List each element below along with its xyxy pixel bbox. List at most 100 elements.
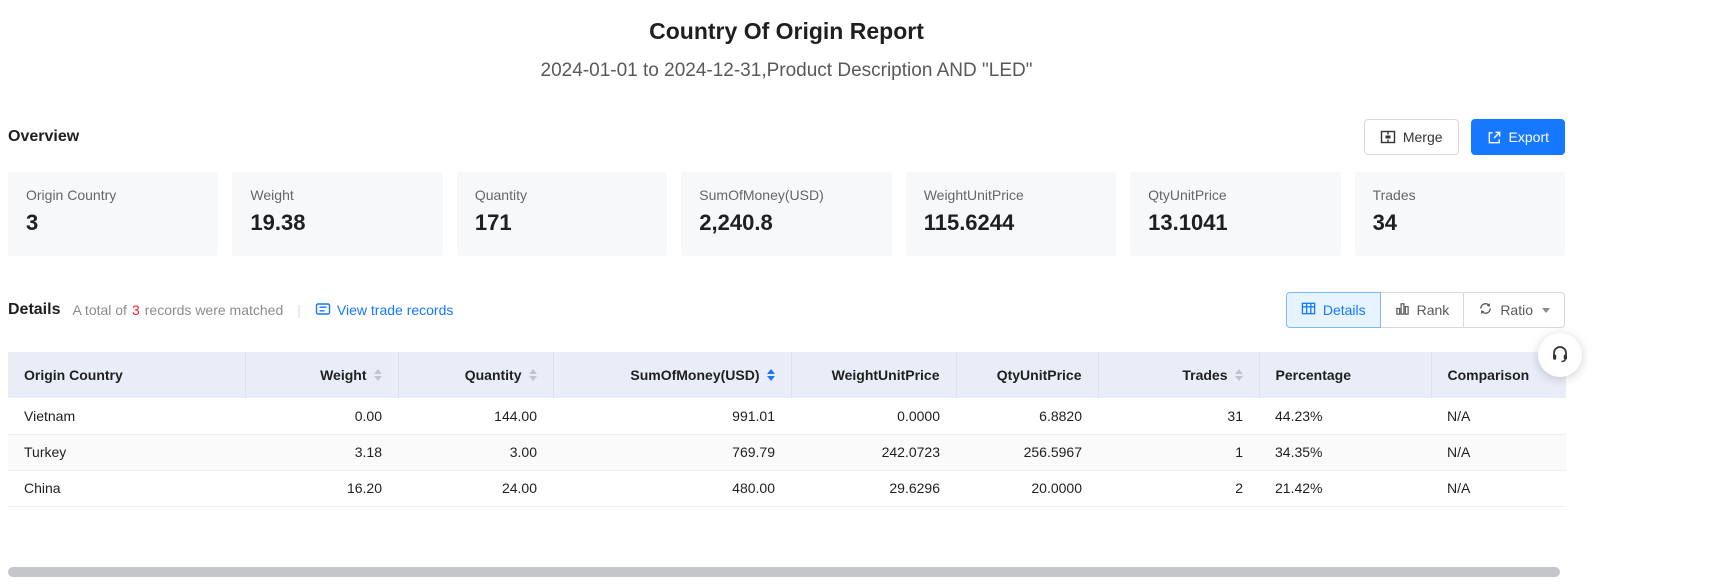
cell-trades: 1 xyxy=(1098,434,1259,470)
cell-country: China xyxy=(8,470,245,506)
rank-icon xyxy=(1395,301,1410,319)
cell-percentage: 34.35% xyxy=(1259,434,1431,470)
page-title: Country Of Origin Report xyxy=(8,16,1565,46)
sort-icon-active xyxy=(767,369,775,381)
merge-cells-icon xyxy=(1380,129,1396,145)
stat-card-weight: Weight 19.38 xyxy=(232,172,442,256)
cell-quantity: 24.00 xyxy=(398,470,553,506)
cell-comparison: N/A xyxy=(1431,470,1566,506)
stat-value: 115.6244 xyxy=(924,210,1098,236)
sort-icon xyxy=(529,369,537,381)
cell-trades: 2 xyxy=(1098,470,1259,506)
report-page: Country Of Origin Report 2024-01-01 to 2… xyxy=(8,0,1565,507)
merge-button[interactable]: Merge xyxy=(1364,119,1459,155)
stat-label: WeightUnitPrice xyxy=(924,187,1098,203)
cell-quantity: 144.00 xyxy=(398,398,553,434)
cell-comparison: N/A xyxy=(1431,434,1566,470)
export-button-label: Export xyxy=(1509,129,1549,145)
col-header-sum-of-money[interactable]: SumOfMoney(USD) xyxy=(553,352,791,398)
cell-percentage: 21.42% xyxy=(1259,470,1431,506)
stat-card-weight-unit-price: WeightUnitPrice 115.6244 xyxy=(906,172,1116,256)
stat-card-sum-of-money: SumOfMoney(USD) 2,240.8 xyxy=(681,172,891,256)
cell-weight-unit-price: 0.0000 xyxy=(791,398,956,434)
headset-icon xyxy=(1550,343,1570,368)
table-row[interactable]: Vietnam 0.00 144.00 991.01 0.0000 6.8820… xyxy=(8,398,1566,434)
col-header-quantity[interactable]: Quantity xyxy=(398,352,553,398)
stat-label: Quantity xyxy=(475,187,649,203)
stat-value: 171 xyxy=(475,210,649,236)
col-header-origin-country: Origin Country xyxy=(8,352,245,398)
cell-sum: 480.00 xyxy=(553,470,791,506)
cell-qty-unit-price: 6.8820 xyxy=(956,398,1098,434)
tab-rank-label: Rank xyxy=(1417,302,1450,318)
stat-value: 13.1041 xyxy=(1148,210,1322,236)
stat-value: 34 xyxy=(1373,210,1547,236)
sort-icon xyxy=(374,369,382,381)
cell-comparison: N/A xyxy=(1431,398,1566,434)
cell-weight: 3.18 xyxy=(245,434,398,470)
cell-weight: 16.20 xyxy=(245,470,398,506)
ratio-refresh-icon xyxy=(1478,301,1493,319)
stat-card-qty-unit-price: QtyUnitPrice 13.1041 xyxy=(1130,172,1340,256)
details-bar: Details A total of 3 records were matche… xyxy=(8,292,1565,328)
cell-percentage: 44.23% xyxy=(1259,398,1431,434)
overview-bar: Overview Merge Export xyxy=(8,118,1565,156)
trade-records-icon xyxy=(315,301,331,320)
stat-label: Weight xyxy=(250,187,424,203)
cell-country: Turkey xyxy=(8,434,245,470)
cell-trades: 31 xyxy=(1098,398,1259,434)
merge-button-label: Merge xyxy=(1403,129,1443,145)
stat-label: SumOfMoney(USD) xyxy=(699,187,873,203)
export-icon xyxy=(1487,130,1502,145)
horizontal-scrollbar-thumb[interactable] xyxy=(8,567,1560,577)
cell-sum: 991.01 xyxy=(553,398,791,434)
matched-count: 3 xyxy=(132,302,140,318)
view-trade-records-link[interactable]: View trade records xyxy=(315,301,453,320)
col-header-qty-unit-price: QtyUnitPrice xyxy=(956,352,1098,398)
details-table: Origin Country Weight Quantity SumOfMone… xyxy=(8,352,1565,507)
stat-label: Trades xyxy=(1373,187,1547,203)
cell-qty-unit-price: 256.5967 xyxy=(956,434,1098,470)
col-header-percentage: Percentage xyxy=(1259,352,1431,398)
customer-service-button[interactable] xyxy=(1538,333,1582,377)
stat-card-trades: Trades 34 xyxy=(1355,172,1565,256)
chevron-down-icon xyxy=(1542,308,1550,313)
cell-qty-unit-price: 20.0000 xyxy=(956,470,1098,506)
tab-details[interactable]: Details xyxy=(1286,292,1381,328)
cell-weight-unit-price: 242.0723 xyxy=(791,434,956,470)
cell-weight: 0.00 xyxy=(245,398,398,434)
table-header-row: Origin Country Weight Quantity SumOfMone… xyxy=(8,352,1566,398)
sort-icon xyxy=(1235,369,1243,381)
details-summary: Details A total of 3 records were matche… xyxy=(8,301,453,320)
table-grid-icon xyxy=(1301,301,1316,319)
cell-quantity: 3.00 xyxy=(398,434,553,470)
col-header-weight-unit-price: WeightUnitPrice xyxy=(791,352,956,398)
stat-value: 2,240.8 xyxy=(699,210,873,236)
tab-details-label: Details xyxy=(1323,302,1366,318)
vertical-divider: | xyxy=(297,302,301,318)
view-trade-records-label: View trade records xyxy=(337,302,453,318)
tab-rank[interactable]: Rank xyxy=(1380,292,1465,328)
tab-ratio[interactable]: Ratio xyxy=(1463,292,1565,328)
cell-weight-unit-price: 29.6296 xyxy=(791,470,956,506)
table-row[interactable]: Turkey 3.18 3.00 769.79 242.0723 256.596… xyxy=(8,434,1566,470)
stat-card-origin-country: Origin Country 3 xyxy=(8,172,218,256)
table-row[interactable]: China 16.20 24.00 480.00 29.6296 20.0000… xyxy=(8,470,1566,506)
overview-heading: Overview xyxy=(8,128,79,146)
view-switcher: Details Rank Ratio xyxy=(1286,292,1565,328)
details-heading: Details xyxy=(8,301,60,319)
cell-sum: 769.79 xyxy=(553,434,791,470)
stat-card-quantity: Quantity 171 xyxy=(457,172,667,256)
total-suffix: records were matched xyxy=(145,302,284,318)
col-header-trades[interactable]: Trades xyxy=(1098,352,1259,398)
stat-label: Origin Country xyxy=(26,187,200,203)
stat-label: QtyUnitPrice xyxy=(1148,187,1322,203)
tab-ratio-label: Ratio xyxy=(1500,302,1533,318)
overview-actions: Merge Export xyxy=(1364,119,1565,155)
total-prefix: A total of xyxy=(72,302,126,318)
overview-cards: Origin Country 3 Weight 19.38 Quantity 1… xyxy=(8,172,1565,256)
export-button[interactable]: Export xyxy=(1471,119,1565,155)
cell-country: Vietnam xyxy=(8,398,245,434)
page-subtitle: 2024-01-01 to 2024-12-31,Product Descrip… xyxy=(8,60,1565,82)
col-header-weight[interactable]: Weight xyxy=(245,352,398,398)
